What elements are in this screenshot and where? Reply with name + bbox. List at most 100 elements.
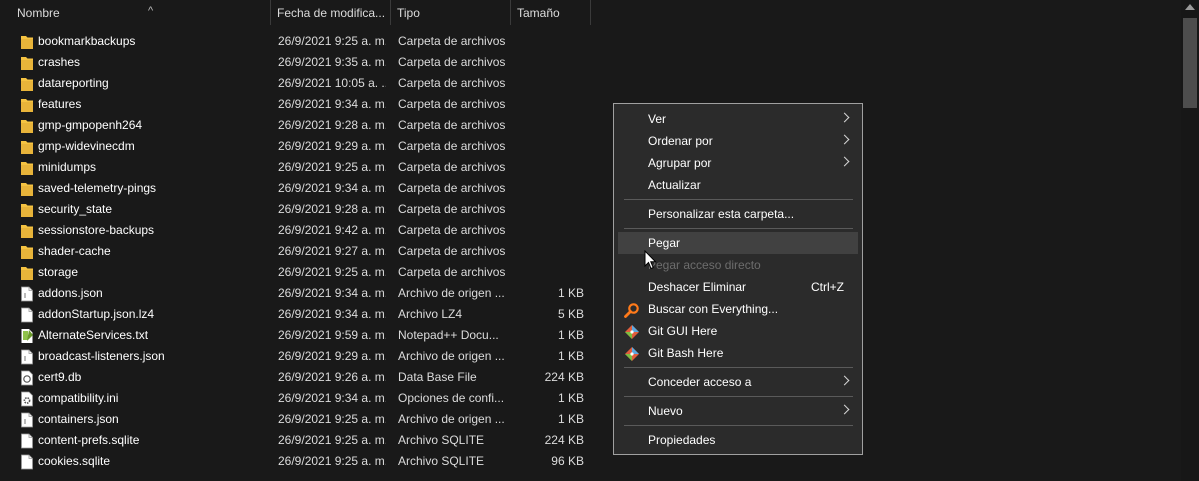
file-type: Archivo SQLITE [398, 454, 485, 468]
file-row[interactable]: containers.json 26/9/2021 9:25 a. m. Archi… [0, 409, 1181, 430]
folder-icon [20, 34, 34, 50]
menu-separator [624, 425, 853, 426]
scroll-thumb[interactable] [1183, 18, 1197, 108]
file-date: 26/9/2021 9:25 a. m. [278, 265, 386, 279]
file-date: 26/9/2021 9:29 a. m. [278, 349, 386, 363]
folder-icon [20, 202, 34, 218]
column-header-name[interactable]: Nombre ^ [11, 0, 271, 25]
file-row[interactable]: compatibility.ini 26/9/2021 9:34 a. m. Opc… [0, 388, 1181, 409]
folder-row[interactable]: gmp-widevinecdm 26/9/2021 9:29 a. m. Carpe… [0, 136, 1181, 157]
file-row[interactable]: cert9.db 26/9/2021 9:26 a. m. Data Base Fi… [0, 367, 1181, 388]
folder-row[interactable]: storage 26/9/2021 9:25 a. m. Carpeta de ar… [0, 262, 1181, 283]
menu-item-agrupar-por[interactable]: Agrupar por [618, 152, 858, 174]
folder-row[interactable]: saved-telemetry-pings 26/9/2021 9:34 a. m… [0, 178, 1181, 199]
column-header-size[interactable]: Tamaño [511, 0, 591, 25]
file-type: Carpeta de archivos [398, 34, 506, 48]
vertical-scrollbar[interactable] [1181, 0, 1199, 481]
folder-icon [20, 223, 34, 239]
file-date: 26/9/2021 9:34 a. m. [278, 286, 386, 300]
file-date: 26/9/2021 9:35 a. m. [278, 55, 386, 69]
file-type: Carpeta de archivos [398, 118, 506, 132]
folder-icon [20, 160, 34, 176]
menu-item-deshacer-eliminar[interactable]: Deshacer Eliminar Ctrl+Z [618, 276, 858, 298]
menu-item-actualizar[interactable]: Actualizar [618, 174, 858, 196]
settings-file-icon [20, 391, 34, 407]
folder-row[interactable]: minidumps 26/9/2021 9:25 a. m. Carpeta de … [0, 157, 1181, 178]
git-icon [624, 324, 640, 340]
file-name: gmp-widevinecdm [38, 139, 135, 153]
notepadpp-file-icon [20, 328, 34, 344]
menu-item-conceder-acceso-a[interactable]: Conceder acceso a [618, 371, 858, 393]
folder-icon [20, 265, 34, 281]
menu-item-ordenar-por[interactable]: Ordenar por [618, 130, 858, 152]
file-size [511, 73, 584, 94]
file-date: 26/9/2021 9:34 a. m. [278, 97, 386, 111]
file-name: cert9.db [38, 370, 82, 384]
file-row[interactable]: AlternateServices.txt 26/9/2021 9:59 a. m… [0, 325, 1181, 346]
chevron-right-icon [839, 134, 850, 145]
file-size [511, 262, 584, 283]
column-header-date[interactable]: Fecha de modifica... [271, 0, 391, 25]
folder-row[interactable]: gmp-gmpopenh264 26/9/2021 9:28 a. m. Carpe… [0, 115, 1181, 136]
menu-item-git-gui-here[interactable]: Git GUI Here [618, 320, 858, 342]
chevron-right-icon [839, 404, 850, 415]
folder-row[interactable]: bookmarkbackups 26/9/2021 9:25 a. m. Carpe… [0, 31, 1181, 52]
menu-separator [624, 199, 853, 200]
file-name: minidumps [38, 160, 97, 174]
file-type: Archivo LZ4 [398, 307, 463, 321]
menu-separator [624, 396, 853, 397]
folder-row[interactable]: shader-cache 26/9/2021 9:27 a. m. Carpeta … [0, 241, 1181, 262]
menu-item-buscar-con-everything[interactable]: Buscar con Everything... [618, 298, 858, 320]
file-size [511, 199, 584, 220]
sort-ascending-icon: ^ [148, 5, 154, 17]
file-row[interactable]: content-prefs.sqlite 26/9/2021 9:25 a. m.… [0, 430, 1181, 451]
menu-item-git-bash-here[interactable]: Git Bash Here [618, 342, 858, 364]
file-type: Data Base File [398, 370, 477, 384]
menu-item-nuevo[interactable]: Nuevo [618, 400, 858, 422]
file-type: Opciones de confi... [398, 391, 505, 405]
file-size [511, 157, 584, 178]
file-row[interactable]: addons.json 26/9/2021 9:34 a. m. Archivo d… [0, 283, 1181, 304]
scroll-up-arrow-icon[interactable] [1185, 4, 1195, 10]
file-date: 26/9/2021 9:34 a. m. [278, 391, 386, 405]
file-type: Carpeta de archivos [398, 223, 506, 237]
file-type: Carpeta de archivos [398, 160, 506, 174]
file-list: bookmarkbackups 26/9/2021 9:25 a. m. Carpe… [0, 31, 1181, 472]
menu-item-personalizar-esta-carpeta[interactable]: Personalizar esta carpeta... [618, 203, 858, 225]
file-type: Carpeta de archivos [398, 97, 506, 111]
menu-separator [624, 228, 853, 229]
menu-item-label: Personalizar esta carpeta... [648, 207, 795, 221]
file-type: Carpeta de archivos [398, 244, 506, 258]
file-size: 1 KB [557, 391, 584, 405]
folder-row[interactable]: crashes 26/9/2021 9:35 a. m. Carpeta de ar… [0, 52, 1181, 73]
search-everything-icon [624, 302, 640, 318]
file-date: 26/9/2021 9:29 a. m. [278, 139, 386, 153]
folder-row[interactable]: features 26/9/2021 9:34 a. m. Carpeta de a… [0, 94, 1181, 115]
folder-icon [20, 76, 34, 92]
file-name: sessionstore-backups [38, 223, 155, 237]
menu-item-label: Propiedades [648, 433, 716, 447]
file-size: 1 KB [557, 328, 584, 342]
folder-row[interactable]: datareporting 26/9/2021 10:05 a. ... Carpe… [0, 73, 1181, 94]
file-size [511, 241, 584, 262]
folder-row[interactable]: security_state 26/9/2021 9:28 a. m. Carpet… [0, 199, 1181, 220]
file-size [511, 115, 584, 136]
column-header-type[interactable]: Tipo [391, 0, 511, 25]
file-date: 26/9/2021 9:42 a. m. [278, 223, 386, 237]
file-type: Archivo de origen ... [398, 349, 505, 363]
file-row[interactable]: cookies.sqlite 26/9/2021 9:25 a. m. Archiv… [0, 451, 1181, 472]
menu-item-ver[interactable]: Ver [618, 108, 858, 130]
menu-item-label: Git Bash Here [648, 346, 724, 360]
menu-item-propiedades[interactable]: Propiedades [618, 429, 858, 451]
context-menu: Ver Ordenar por Agrupar por Actualizar Perso… [613, 103, 863, 455]
folder-icon [20, 181, 34, 197]
file-size: 96 KB [551, 454, 584, 468]
file-row[interactable]: addonStartup.json.lz4 26/9/2021 9:34 a. m… [0, 304, 1181, 325]
file-name: cookies.sqlite [38, 454, 111, 468]
file-name: crashes [38, 55, 81, 69]
file-date: 26/9/2021 9:25 a. m. [278, 34, 386, 48]
file-row[interactable]: broadcast-listeners.json 26/9/2021 9:29 a… [0, 346, 1181, 367]
menu-item-label: Buscar con Everything... [648, 302, 779, 316]
file-type: Archivo de origen ... [398, 412, 505, 426]
folder-row[interactable]: sessionstore-backups 26/9/2021 9:42 a. m.… [0, 220, 1181, 241]
